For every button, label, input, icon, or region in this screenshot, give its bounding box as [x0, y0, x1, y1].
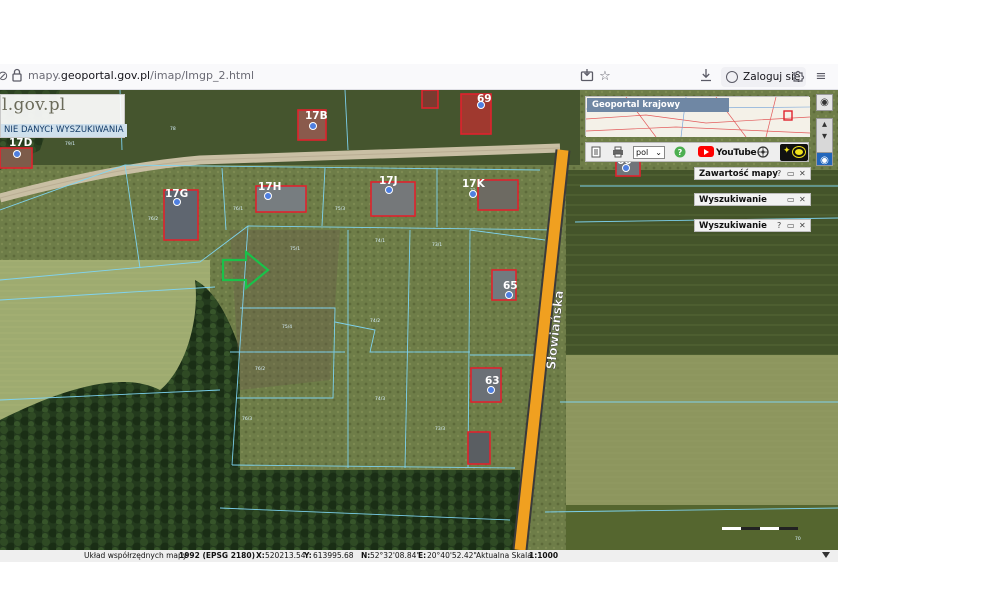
- url-domain: geoportal.gov.pl: [60, 69, 151, 82]
- dock-close-button[interactable]: ✕: [799, 220, 806, 232]
- svg-text:79/1: 79/1: [65, 141, 75, 147]
- account-icon: [726, 71, 738, 83]
- browser-toolbar: ⊘ mapy.geoportal.gov.pl/imap/Imgp_2.html…: [0, 64, 838, 90]
- language-select[interactable]: pol ⌄: [633, 146, 665, 159]
- zoom-in-icon[interactable]: ▴: [817, 119, 832, 131]
- scale-label: Aktualna Skala: [476, 551, 532, 560]
- parcel-label: 65: [503, 280, 518, 292]
- chevron-down-icon: ⌄: [655, 148, 662, 157]
- url-path: /imap/Imgp_2.html: [150, 69, 255, 82]
- n-label: N:: [361, 551, 371, 560]
- map-contents-dock[interactable]: Zawartość mapy ? ▭ ✕: [694, 167, 811, 180]
- svg-text:76/1: 76/1: [233, 206, 243, 212]
- dock-help-button[interactable]: ?: [777, 220, 781, 232]
- dock-minimize-button[interactable]: ▭: [787, 194, 795, 206]
- geoportal-title: Geoportal krajowy: [587, 98, 729, 112]
- parcel-label: 17K: [462, 178, 486, 190]
- svg-text:78: 78: [170, 126, 176, 132]
- crs-label: Układ współrzędnych mapy: [84, 551, 188, 560]
- parcel-label: 17D: [9, 137, 33, 149]
- status-bar: Układ współrzędnych mapy 1992 (EPSG 2180…: [0, 550, 838, 562]
- sparkle-icon: ✦: [783, 146, 791, 156]
- dock-title: Zawartość mapy: [699, 169, 778, 179]
- scale-value: 1:1000: [529, 551, 559, 560]
- browser-window: ⊘ mapy.geoportal.gov.pl/imap/Imgp_2.html…: [0, 64, 838, 562]
- overview-map-panel[interactable]: Geoportal krajowy: [585, 96, 810, 137]
- parcel-label: 17G: [165, 188, 188, 200]
- menu-icon[interactable]: ≡: [812, 68, 830, 86]
- zoom-out-icon[interactable]: ▾: [817, 131, 832, 143]
- eye-icon: [793, 147, 805, 157]
- downloads-icon[interactable]: [697, 68, 715, 86]
- e-label: E:: [418, 551, 427, 560]
- youtube-play-icon: [698, 146, 714, 157]
- scroll-down-icon[interactable]: [822, 552, 830, 558]
- n-value: 52°32'08.84": [370, 551, 420, 560]
- dock-title: Wyszukiwanie: [699, 195, 767, 205]
- svg-text:76/2: 76/2: [255, 366, 265, 372]
- data-menu-button[interactable]: NIE DANYCH: [1, 124, 60, 137]
- dock-title: Wyszukiwanie: [699, 221, 767, 231]
- x-value: 520213.54: [265, 551, 306, 560]
- parcel-label: 17J: [379, 175, 398, 187]
- address-bar[interactable]: mapy.geoportal.gov.pl/imap/Imgp_2.html: [28, 69, 254, 82]
- map-view[interactable]: 76/2 76/1 75/3 75/1 74/1 73/1 75/4 76/2 …: [0, 90, 838, 550]
- tools-toolbar: pol ⌄ ? YouTube ✦: [585, 142, 809, 162]
- view-eye-icon[interactable]: ◉: [816, 152, 833, 166]
- svg-text:74/1: 74/1: [375, 238, 385, 244]
- save-page-icon[interactable]: [578, 68, 596, 86]
- svg-text:73/1: 73/1: [432, 242, 442, 248]
- search-dock-1[interactable]: Wyszukiwanie ▭ ✕: [694, 193, 811, 206]
- parcel-label: 63: [485, 375, 500, 387]
- x-label: X:: [256, 551, 265, 560]
- svg-text:75/4: 75/4: [282, 324, 292, 330]
- dock-help-button[interactable]: ?: [777, 168, 781, 180]
- bookmark-star-icon[interactable]: ☆: [596, 68, 614, 86]
- y-label: Y:: [304, 551, 312, 560]
- parcel-label: 17H: [258, 181, 281, 193]
- dock-minimize-button[interactable]: ▭: [787, 220, 795, 232]
- lock-icon[interactable]: [8, 68, 26, 86]
- scale-bar: [722, 527, 798, 532]
- svg-text:73/3: 73/3: [435, 426, 445, 432]
- svg-text:75/1: 75/1: [290, 246, 300, 252]
- parcel-label: 69: [477, 93, 492, 105]
- geoportal-header: l.gov.pl NIE DANYCH WYSZUKIWANIA: [0, 94, 127, 138]
- svg-text:74/3: 74/3: [375, 396, 385, 402]
- dock-close-button[interactable]: ✕: [799, 194, 806, 206]
- parcel-label: 17B: [305, 110, 328, 122]
- contrast-toggle-button[interactable]: ✦: [780, 144, 808, 161]
- svg-text:76/3: 76/3: [242, 416, 252, 422]
- svg-text:74/2: 74/2: [370, 318, 380, 324]
- site-logo: l.gov.pl: [2, 95, 66, 115]
- search-menu-button[interactable]: WYSZUKIWANIA: [53, 124, 127, 137]
- extensions-icon[interactable]: [789, 68, 807, 86]
- y-value: 613995.68: [313, 551, 354, 560]
- url-prefix: mapy.: [28, 69, 61, 82]
- dock-minimize-button[interactable]: ▭: [787, 168, 795, 180]
- right-field-texture: [566, 355, 838, 505]
- svg-text:76/2: 76/2: [148, 216, 158, 222]
- e-value: 20°40'52.42": [427, 551, 477, 560]
- dock-close-button[interactable]: ✕: [799, 168, 806, 180]
- svg-text:75/3: 75/3: [335, 206, 345, 212]
- globe-icon[interactable]: ◉: [816, 94, 833, 111]
- svg-text:70: 70: [795, 536, 801, 542]
- crs-value: 1992 (EPSG 2180): [179, 551, 256, 560]
- svg-text:?: ?: [678, 148, 683, 157]
- language-value: pol: [636, 148, 649, 157]
- search-dock-2[interactable]: Wyszukiwanie ? ▭ ✕: [694, 219, 811, 232]
- youtube-link[interactable]: YouTube: [698, 146, 757, 160]
- zoom-slider[interactable]: ▴ ▾: [816, 118, 833, 154]
- youtube-label: YouTube: [716, 148, 757, 158]
